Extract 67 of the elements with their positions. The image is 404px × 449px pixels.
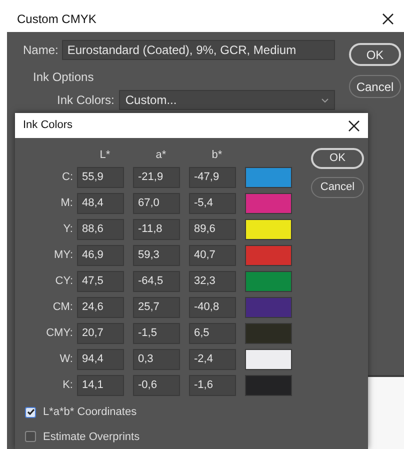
value-field[interactable]: 24,6 xyxy=(77,297,124,318)
value-field[interactable]: 6,5 xyxy=(189,323,236,344)
value-field[interactable]: 40,7 xyxy=(189,245,236,266)
checkbox-label: L*a*b* Coordinates xyxy=(43,405,137,420)
color-swatch[interactable] xyxy=(245,167,292,188)
value-field[interactable]: 14,1 xyxy=(77,375,124,396)
column-header: L* xyxy=(100,148,110,163)
color-swatch[interactable] xyxy=(245,323,292,344)
value-field[interactable]: 46,9 xyxy=(77,245,124,266)
value-field[interactable]: 0,3 xyxy=(133,349,180,370)
ink-label: CY: xyxy=(55,274,73,290)
chevron-down-icon xyxy=(321,98,329,102)
value-field[interactable]: 89,6 xyxy=(189,219,236,240)
ink-colors-dropdown[interactable]: Custom... xyxy=(119,90,335,110)
value-field[interactable]: -1,6 xyxy=(189,375,236,396)
window-title: Custom CMYK xyxy=(17,10,96,28)
color-swatch[interactable] xyxy=(245,193,292,214)
column-header: b* xyxy=(212,148,222,163)
color-swatch[interactable] xyxy=(245,219,292,240)
value-field[interactable]: 20,7 xyxy=(77,323,124,344)
ink-label: CM: xyxy=(52,300,73,316)
value-field[interactable]: 47,5 xyxy=(77,271,124,292)
value-field[interactable]: -21,9 xyxy=(133,167,180,188)
ink-label: Y: xyxy=(63,222,73,238)
value-field[interactable]: -1,5 xyxy=(133,323,180,344)
close-icon[interactable] xyxy=(348,120,360,132)
value-field[interactable]: 88,6 xyxy=(77,219,124,240)
color-swatch[interactable] xyxy=(245,245,292,266)
name-field[interactable]: Eurostandard (Coated), 9%, GCR, Medium xyxy=(62,40,335,60)
ok-button[interactable]: OK xyxy=(311,148,364,169)
value-field[interactable]: 25,7 xyxy=(133,297,180,318)
column-header: a* xyxy=(156,148,166,163)
ink-label: M: xyxy=(60,196,73,212)
cancel-button[interactable]: Cancel xyxy=(349,75,401,98)
name-label: Name: xyxy=(23,42,58,59)
close-icon[interactable] xyxy=(382,12,394,24)
value-field[interactable]: -47,9 xyxy=(189,167,236,188)
value-field[interactable]: 55,9 xyxy=(77,167,124,188)
cancel-button[interactable]: Cancel xyxy=(311,177,364,198)
ok-button[interactable]: OK xyxy=(349,43,401,66)
value-field[interactable]: 94,4 xyxy=(77,349,124,370)
ink-label: C: xyxy=(62,170,73,186)
checkmark-icon xyxy=(26,408,34,416)
value-field[interactable]: -40,8 xyxy=(189,297,236,318)
color-swatch[interactable] xyxy=(245,375,292,396)
value-field[interactable]: 67,0 xyxy=(133,193,180,214)
color-swatch[interactable] xyxy=(245,271,292,292)
value-field[interactable]: -11,8 xyxy=(133,219,180,240)
ink-label: K: xyxy=(62,378,73,394)
checkbox[interactable] xyxy=(25,431,36,442)
value-field[interactable]: 59,3 xyxy=(133,245,180,266)
value-field[interactable]: -2,4 xyxy=(189,349,236,370)
value-field[interactable]: -64,5 xyxy=(133,271,180,292)
ink-label: MY: xyxy=(54,248,73,264)
ink-label: CMY: xyxy=(46,326,73,342)
value-field[interactable]: 48,4 xyxy=(77,193,124,214)
value-field[interactable]: 32,3 xyxy=(189,271,236,292)
color-swatch[interactable] xyxy=(245,349,292,370)
color-swatch[interactable] xyxy=(245,297,292,318)
ink-colors-label: Ink Colors: xyxy=(57,92,114,109)
checkbox[interactable] xyxy=(25,406,36,418)
checkbox-label: Estimate Overprints xyxy=(43,430,140,444)
dialog-title: Ink Colors xyxy=(23,118,73,134)
ink-label: W: xyxy=(60,352,73,368)
value-field[interactable]: -5,4 xyxy=(189,193,236,214)
value-field[interactable]: -0,6 xyxy=(133,375,180,396)
ink-options-legend: Ink Options xyxy=(33,68,94,86)
